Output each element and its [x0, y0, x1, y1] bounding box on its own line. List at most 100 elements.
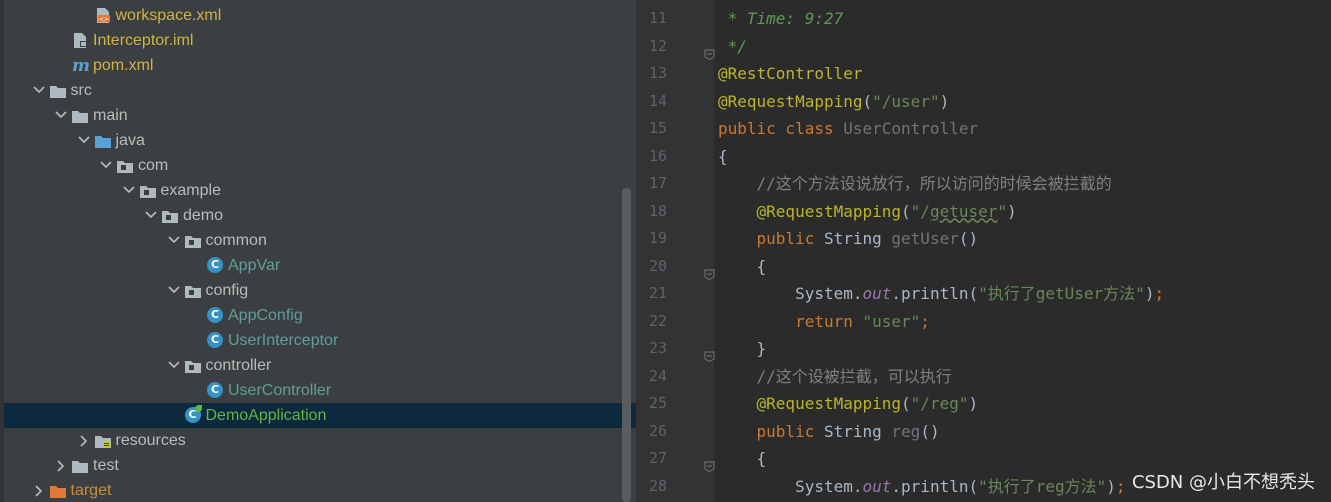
tree-item-controller[interactable]: controller — [4, 353, 636, 378]
tree-item-label: DemoApplication — [205, 407, 327, 424]
tree-item-label: AppConfig — [228, 307, 303, 324]
code-editor[interactable]: 11 * Time: 9:27 12 */13 @RestController 14 @… — [639, 0, 1331, 502]
line-number: 19 — [648, 229, 667, 247]
tree-item-resources[interactable]: resources — [4, 428, 636, 453]
chevron-right-icon[interactable] — [53, 453, 69, 478]
tree-item-common[interactable]: common — [4, 228, 636, 253]
code-line[interactable]: 18 @RequestMapping("/getuser") — [639, 198, 1331, 226]
chevron-down-icon[interactable] — [166, 353, 182, 378]
tree-scrollbar[interactable] — [622, 188, 631, 502]
tree-item-com[interactable]: com — [4, 153, 636, 178]
package-icon — [116, 157, 134, 174]
line-number: 20 — [648, 256, 667, 275]
code-text: @RequestMapping("/user") — [718, 91, 950, 111]
code-line[interactable]: 26 public String reg() — [639, 418, 1331, 446]
code-text: public String getUser() — [718, 229, 979, 248]
code-line[interactable]: 21 System.out.println("执行了getUser方法"); — [639, 280, 1331, 308]
tree-item-label: java — [115, 132, 145, 149]
line-number: 12 — [648, 36, 667, 55]
code-line[interactable]: 11 * Time: 9:27 — [639, 5, 1331, 33]
tree-item-label: main — [93, 107, 128, 124]
excluded-folder-icon — [49, 482, 67, 499]
code-line[interactable]: 16 { — [639, 143, 1331, 171]
chevron-down-icon[interactable] — [121, 178, 137, 203]
chevron-down-icon[interactable] — [76, 128, 92, 153]
folder-icon — [71, 107, 89, 124]
line-number: 17 — [648, 174, 667, 192]
tree-item-usercontroller[interactable]: C UserController — [4, 378, 636, 403]
code-line[interactable]: 23 } — [639, 335, 1331, 363]
tree-item-src[interactable]: src — [4, 78, 636, 103]
chevron-down-icon[interactable] — [98, 153, 114, 178]
package-icon — [184, 357, 202, 374]
tree-item-workspace-xml[interactable]: <> workspace.xml — [4, 3, 636, 28]
tree-item-java[interactable]: java — [4, 128, 636, 153]
line-number: 28 — [648, 476, 667, 495]
tree-item-label: example — [160, 182, 221, 199]
tree-item-config[interactable]: config — [4, 278, 636, 303]
tree-item-label: UserInterceptor — [228, 332, 339, 349]
chevron-down-icon[interactable] — [166, 278, 182, 303]
watermark: CSDN @小白不想秃头 — [1131, 472, 1315, 493]
tree-item-main[interactable]: main — [4, 103, 636, 128]
tree-item-label: AppVar — [228, 257, 281, 274]
line-number: 16 — [648, 146, 667, 165]
source-folder-icon — [94, 132, 112, 149]
code-text: System.out.println("执行了reg方法"); — [718, 476, 1126, 496]
tree-item-demo[interactable]: demo — [4, 203, 636, 228]
tree-item-label: src — [70, 82, 92, 99]
code-text: @RequestMapping("/reg") — [718, 394, 979, 413]
line-number: 27 — [648, 449, 667, 467]
tree-item-label: Interceptor.iml — [93, 32, 194, 49]
maven-icon: m — [71, 56, 90, 76]
line-number: 14 — [648, 91, 667, 110]
code-line[interactable]: 24 //这个设被拦截，可以执行 — [639, 363, 1331, 391]
tree-item-test[interactable]: test — [4, 453, 636, 478]
tree-item-userinterceptor[interactable]: C UserInterceptor — [4, 328, 636, 353]
line-number: 24 — [648, 366, 667, 385]
chevron-down-icon[interactable] — [53, 103, 69, 128]
code-text: { — [718, 146, 728, 166]
chevron-right-icon[interactable] — [31, 478, 47, 502]
tree-item-interceptor-iml[interactable]: Interceptor.iml — [4, 28, 636, 53]
code-text: return "user"; — [718, 311, 930, 331]
chevron-down-icon[interactable] — [143, 203, 159, 228]
chevron-down-icon[interactable] — [31, 78, 47, 103]
tree-item-target[interactable]: target — [4, 478, 636, 502]
class-icon: C — [206, 257, 224, 274]
folder-icon — [71, 457, 89, 474]
project-tree-panel: <> workspace.xml Interceptor.iml m pom.xml sr… — [0, 0, 636, 502]
code-line[interactable]: 19 public String getUser() — [639, 225, 1331, 253]
class-icon: C — [206, 382, 224, 399]
code-line[interactable]: 15 public class UserController — [639, 115, 1331, 143]
line-number: 25 — [648, 394, 667, 412]
xml-file-icon: <> — [94, 7, 112, 24]
code-text: public String reg() — [718, 421, 940, 441]
tree-item-label: common — [205, 232, 267, 249]
tree-item-appconfig[interactable]: C AppConfig — [4, 303, 636, 328]
code-text: */ — [718, 36, 747, 56]
chevron-right-icon[interactable] — [76, 428, 92, 453]
line-number: 15 — [648, 119, 667, 137]
code-text: } — [718, 339, 767, 358]
svg-text:m: m — [72, 57, 90, 74]
code-line[interactable]: 14 @RequestMapping("/user") — [639, 88, 1331, 116]
tree-item-demoapplication[interactable]: C DemoApplication — [4, 403, 636, 428]
chevron-down-icon[interactable] — [166, 228, 182, 253]
code-text: { — [718, 449, 767, 468]
tree-item-appvar[interactable]: C AppVar — [4, 253, 636, 278]
code-line[interactable]: 12 */ — [639, 33, 1331, 61]
tree-item-example[interactable]: example — [4, 178, 636, 203]
line-number: 18 — [648, 201, 667, 220]
resources-folder-icon — [94, 432, 112, 449]
package-icon — [184, 282, 202, 299]
svg-text:<>: <> — [98, 16, 108, 23]
tree-item-pom-xml[interactable]: m pom.xml — [4, 53, 636, 78]
code-line[interactable]: 17 //这个方法设说放行，所以访问的时候会被拦截的 — [639, 170, 1331, 198]
code-line[interactable]: 20 { — [639, 253, 1331, 281]
tree-item-label: target — [70, 482, 112, 499]
code-line[interactable]: 22 return "user"; — [639, 308, 1331, 336]
code-line[interactable]: 13 @RestController — [639, 60, 1331, 88]
code-line[interactable]: 25 @RequestMapping("/reg") — [639, 390, 1331, 418]
tree-item-label: workspace.xml — [115, 7, 222, 24]
